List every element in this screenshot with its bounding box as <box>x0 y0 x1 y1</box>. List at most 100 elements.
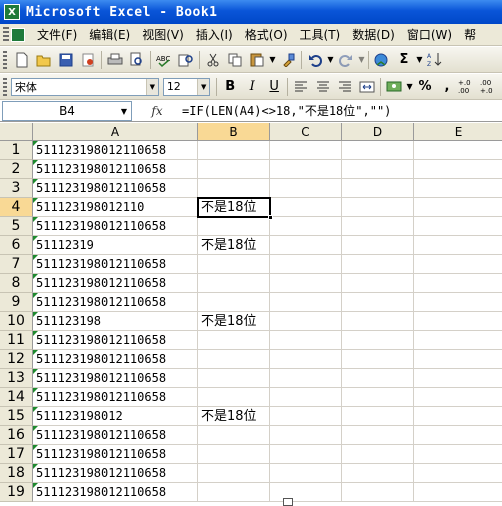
menu-edit[interactable]: 编辑(E) <box>83 26 136 43</box>
redo-caret[interactable]: ▼ <box>357 55 366 64</box>
cell-b14[interactable] <box>198 388 270 407</box>
comma-button[interactable]: , <box>436 76 458 98</box>
cell-e18[interactable] <box>414 464 502 483</box>
cell-a16[interactable]: 511123198012110658 <box>33 426 198 445</box>
row-header[interactable]: 18 <box>0 464 33 483</box>
column-header-a[interactable]: A <box>33 123 198 141</box>
merge-center-icon[interactable] <box>356 76 378 98</box>
redo-icon[interactable] <box>335 49 357 71</box>
cell-c19[interactable] <box>270 483 342 502</box>
menu-help[interactable]: 帮 <box>458 26 482 43</box>
cell-e12[interactable] <box>414 350 502 369</box>
cell-e14[interactable] <box>414 388 502 407</box>
cell-b15[interactable]: 不是18位 <box>198 407 270 426</box>
menu-view[interactable]: 视图(V) <box>136 26 190 43</box>
cell-d9[interactable] <box>342 293 414 312</box>
cell-d8[interactable] <box>342 274 414 293</box>
menu-insert[interactable]: 插入(I) <box>190 26 239 43</box>
font-name-select[interactable]: 宋体 ▼ <box>10 77 159 96</box>
cell-d18[interactable] <box>342 464 414 483</box>
cell-b18[interactable] <box>198 464 270 483</box>
cell-b2[interactable] <box>198 160 270 179</box>
align-right-icon[interactable] <box>334 76 356 98</box>
excel-app-icon[interactable]: X <box>4 4 20 20</box>
column-header-c[interactable]: C <box>270 123 342 141</box>
row-header[interactable]: 2 <box>0 160 33 179</box>
cell-d12[interactable] <box>342 350 414 369</box>
research-icon[interactable] <box>175 49 197 71</box>
cell-e6[interactable] <box>414 236 502 255</box>
cell-a4[interactable]: 511123198012110 <box>33 198 198 217</box>
name-box[interactable]: B4 ▼ <box>2 100 132 121</box>
autosum-caret[interactable]: ▼ <box>415 55 424 64</box>
hyperlink-icon[interactable] <box>371 49 393 71</box>
cell-a11[interactable]: 511123198012110658 <box>33 331 198 350</box>
cell-c17[interactable] <box>270 445 342 464</box>
paste-options-icon[interactable] <box>283 498 293 506</box>
cell-d5[interactable] <box>342 217 414 236</box>
toolbar-grip-icon[interactable] <box>3 50 7 69</box>
menu-format[interactable]: 格式(O) <box>239 26 294 43</box>
cell-d4[interactable] <box>342 198 414 217</box>
cell-a14[interactable]: 511123198012110658 <box>33 388 198 407</box>
save-icon[interactable] <box>55 49 77 71</box>
row-header[interactable]: 3 <box>0 179 33 198</box>
cell-b4[interactable]: 不是18位 <box>198 198 270 217</box>
open-icon[interactable] <box>33 49 55 71</box>
cell-b12[interactable] <box>198 350 270 369</box>
cell-c5[interactable] <box>270 217 342 236</box>
cell-d17[interactable] <box>342 445 414 464</box>
cell-e8[interactable] <box>414 274 502 293</box>
cell-b17[interactable] <box>198 445 270 464</box>
align-left-icon[interactable] <box>290 76 312 98</box>
print-preview-icon[interactable] <box>126 49 148 71</box>
cell-c8[interactable] <box>270 274 342 293</box>
currency-icon[interactable] <box>383 76 405 98</box>
row-header[interactable]: 1 <box>0 141 33 160</box>
cell-d10[interactable] <box>342 312 414 331</box>
cell-b3[interactable] <box>198 179 270 198</box>
row-header[interactable]: 19 <box>0 483 33 502</box>
cell-c2[interactable] <box>270 160 342 179</box>
cell-b1[interactable] <box>198 141 270 160</box>
cell-a19[interactable]: 511123198012110658 <box>33 483 198 502</box>
spelling-icon[interactable]: ABC <box>153 49 175 71</box>
cell-c11[interactable] <box>270 331 342 350</box>
cell-a10[interactable]: 511123198 <box>33 312 198 331</box>
menu-file[interactable]: 文件(F) <box>31 26 83 43</box>
cell-b10[interactable]: 不是18位 <box>198 312 270 331</box>
cell-e5[interactable] <box>414 217 502 236</box>
cell-e15[interactable] <box>414 407 502 426</box>
cell-d2[interactable] <box>342 160 414 179</box>
sort-ascending-icon[interactable]: AZ <box>424 49 446 71</box>
cell-e16[interactable] <box>414 426 502 445</box>
cell-a9[interactable]: 511123198012110658 <box>33 293 198 312</box>
row-header[interactable]: 9 <box>0 293 33 312</box>
column-header-b[interactable]: B <box>198 123 270 141</box>
paste-options-caret[interactable]: ▼ <box>268 55 277 64</box>
column-header-d[interactable]: D <box>342 123 414 141</box>
cell-e9[interactable] <box>414 293 502 312</box>
row-header[interactable]: 10 <box>0 312 33 331</box>
cell-a3[interactable]: 511123198012110658 <box>33 179 198 198</box>
cell-d11[interactable] <box>342 331 414 350</box>
cut-icon[interactable] <box>202 49 224 71</box>
cell-e2[interactable] <box>414 160 502 179</box>
cell-e10[interactable] <box>414 312 502 331</box>
row-header[interactable]: 13 <box>0 369 33 388</box>
undo-caret[interactable]: ▼ <box>326 55 335 64</box>
cell-a18[interactable]: 511123198012110658 <box>33 464 198 483</box>
cell-c18[interactable] <box>270 464 342 483</box>
row-header[interactable]: 6 <box>0 236 33 255</box>
row-header[interactable]: 12 <box>0 350 33 369</box>
underline-button[interactable]: U <box>263 76 285 98</box>
cell-d16[interactable] <box>342 426 414 445</box>
cell-b8[interactable] <box>198 274 270 293</box>
cell-c7[interactable] <box>270 255 342 274</box>
cell-e7[interactable] <box>414 255 502 274</box>
cell-c14[interactable] <box>270 388 342 407</box>
cell-c1[interactable] <box>270 141 342 160</box>
menu-grip-icon[interactable] <box>3 26 9 43</box>
row-header[interactable]: 15 <box>0 407 33 426</box>
cell-b5[interactable] <box>198 217 270 236</box>
